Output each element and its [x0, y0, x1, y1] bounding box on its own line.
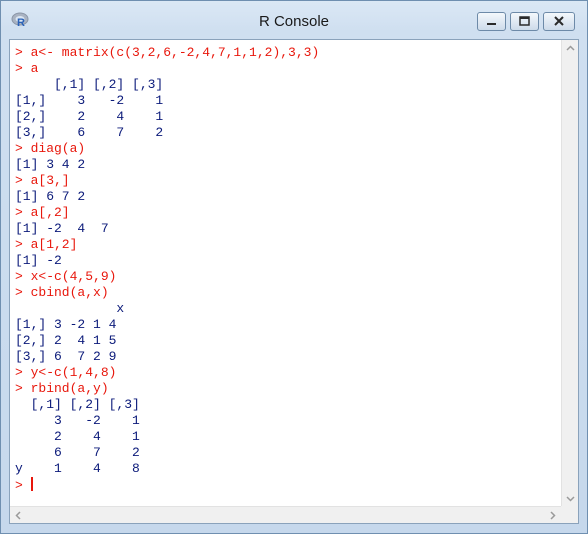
output-line: [3,] 6 7 2 9 — [15, 349, 117, 364]
output-line: [1] -2 4 7 — [15, 221, 109, 236]
minimize-button[interactable] — [477, 12, 506, 31]
command-line: > a[,2] — [15, 205, 70, 220]
output-line: x — [15, 301, 125, 316]
output-line: 6 7 2 — [15, 445, 140, 460]
close-button[interactable] — [543, 12, 575, 31]
output-line: [1] 3 4 2 — [15, 157, 86, 172]
output-line: [1] -2 — [15, 253, 62, 268]
output-line: [,1] [,2] [,3] — [15, 77, 164, 92]
scroll-left-arrow-icon[interactable] — [10, 507, 27, 524]
vertical-scrollbar[interactable] — [561, 40, 578, 507]
maximize-button[interactable] — [510, 12, 539, 31]
scroll-down-arrow-icon[interactable] — [562, 490, 579, 507]
output-line: [3,] 6 7 2 — [15, 125, 164, 140]
output-line: [2,] 2 4 1 5 — [15, 333, 117, 348]
output-line: 2 4 1 — [15, 429, 140, 444]
command-line: > y<-c(1,4,8) — [15, 365, 117, 380]
output-line: [2,] 2 4 1 — [15, 109, 164, 124]
scroll-right-arrow-icon[interactable] — [544, 507, 561, 524]
output-line: [1,] 3 -2 1 4 — [15, 317, 117, 332]
console-lines[interactable]: > a<- matrix(c(3,2,6,-2,4,7,1,1,2),3,3) >… — [15, 45, 560, 505]
command-line: > a — [15, 61, 39, 76]
output-line: y 1 4 8 — [15, 461, 140, 476]
console-output[interactable]: > a<- matrix(c(3,2,6,-2,4,7,1,1,2),3,3) >… — [9, 39, 579, 524]
command-line: > rbind(a,y) — [15, 381, 109, 396]
r-console-window: R R Console > a<- matrix(c(3,2,6,-2,4,7,… — [0, 0, 588, 534]
command-line: > a[1,2] — [15, 237, 78, 252]
command-line: > diag(a) — [15, 141, 86, 156]
prompt: > — [15, 478, 31, 493]
output-line: [1] 6 7 2 — [15, 189, 86, 204]
output-line: [,1] [,2] [,3] — [15, 397, 140, 412]
text-cursor — [30, 477, 33, 491]
horizontal-scrollbar[interactable] — [10, 506, 561, 523]
output-line: [1,] 3 -2 1 — [15, 93, 164, 108]
command-line: > a[3,] — [15, 173, 70, 188]
command-line: > a<- matrix(c(3,2,6,-2,4,7,1,1,2),3,3) — [15, 45, 320, 60]
title-bar[interactable]: R R Console — [1, 1, 587, 39]
command-line: > cbind(a,x) — [15, 285, 109, 300]
output-line: 3 -2 1 — [15, 413, 140, 428]
scroll-up-arrow-icon[interactable] — [562, 40, 579, 57]
command-line: > x<-c(4,5,9) — [15, 269, 117, 284]
input-prompt-line[interactable]: > — [15, 477, 560, 493]
scrollbar-corner — [561, 506, 578, 523]
